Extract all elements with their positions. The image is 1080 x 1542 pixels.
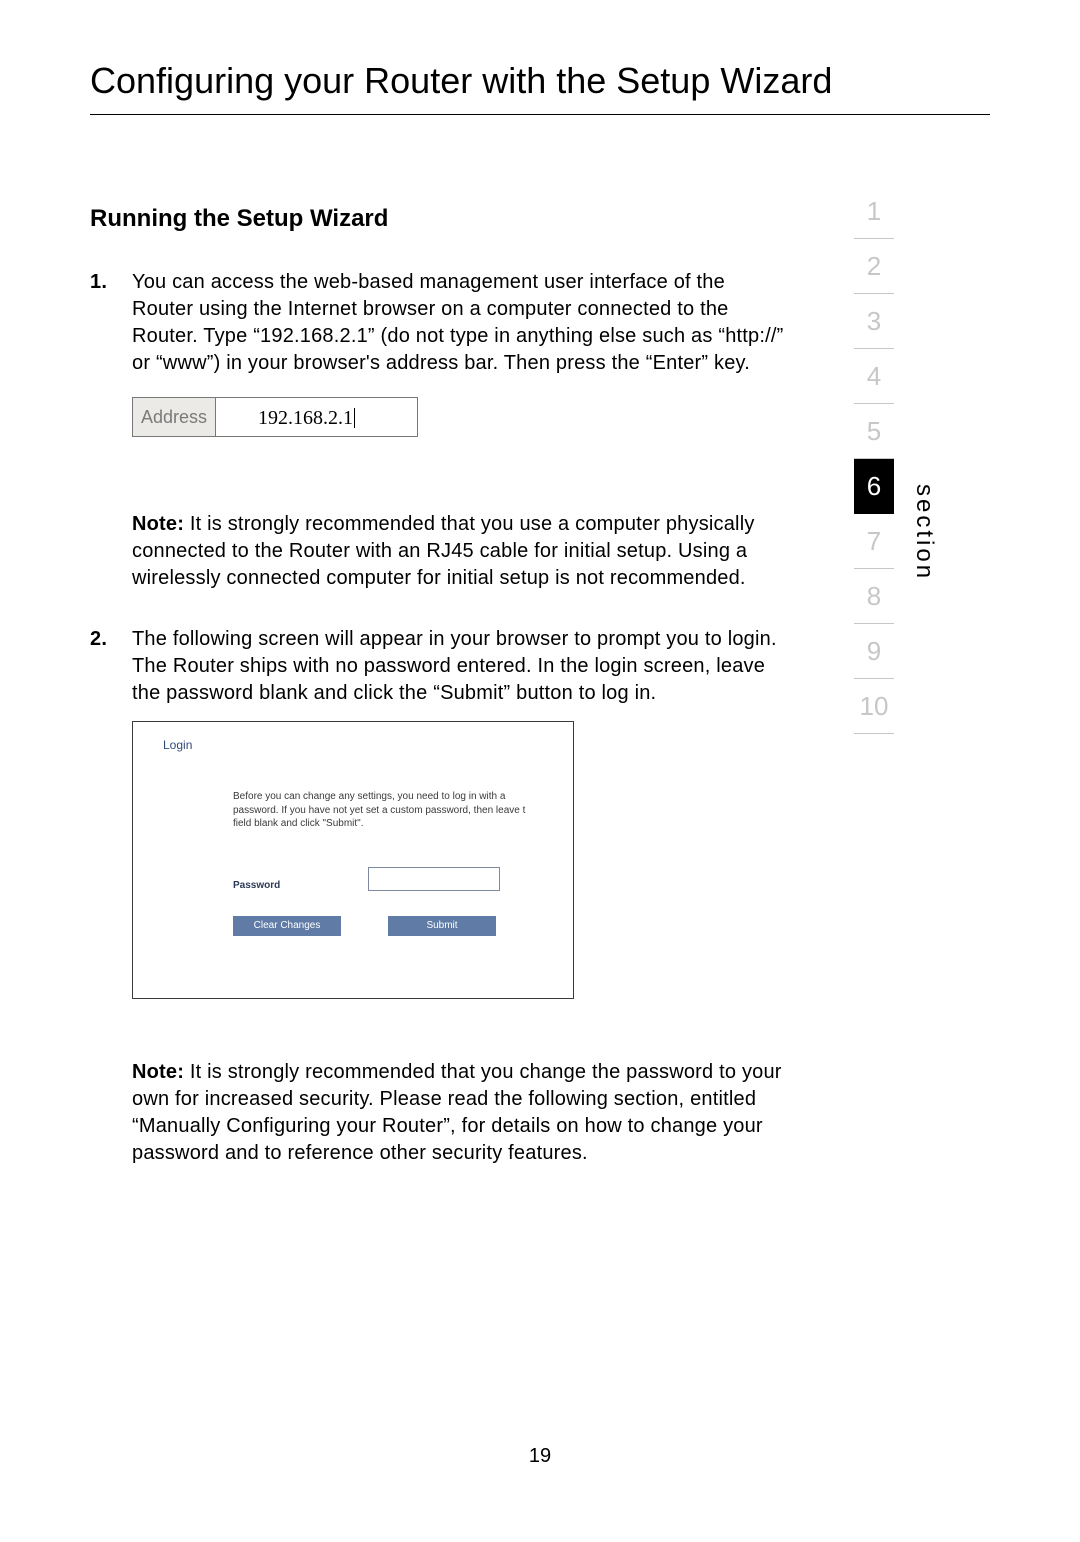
address-bar: Address 192.168.2.1 <box>132 397 418 437</box>
note-1: Note: It is strongly recommended that yo… <box>132 511 790 592</box>
section-nav-8[interactable]: 8 <box>854 569 894 624</box>
password-label: Password <box>233 880 280 891</box>
step-1: 1. You can access the web-based manageme… <box>90 269 790 377</box>
note-2-label: Note: <box>132 1061 184 1083</box>
password-input[interactable] <box>368 867 500 891</box>
note-2-text: It is strongly recommended that you chan… <box>132 1061 782 1164</box>
section-nav-3[interactable]: 3 <box>854 294 894 349</box>
section-nav-5[interactable]: 5 <box>854 404 894 459</box>
login-screenshot: Login Before you can change any settings… <box>132 721 574 999</box>
submit-button[interactable]: Submit <box>388 916 496 936</box>
login-heading: Login <box>163 738 192 752</box>
section-nav-1[interactable]: 1 <box>854 184 894 239</box>
section-nav-7[interactable]: 7 <box>854 514 894 569</box>
note-2: Note: It is strongly recommended that yo… <box>132 1059 790 1167</box>
subheading: Running the Setup Wizard <box>90 205 790 233</box>
section-label: section <box>910 484 938 581</box>
login-desc-line2: password. If you have not yet set a cust… <box>233 805 525 816</box>
title-rule <box>90 114 990 115</box>
login-desc-line1: Before you can change any settings, you … <box>233 791 505 802</box>
section-nav-2[interactable]: 2 <box>854 239 894 294</box>
note-1-text: It is strongly recommended that you use … <box>132 513 755 589</box>
section-nav-4[interactable]: 4 <box>854 349 894 404</box>
step-2-number: 2. <box>90 626 132 707</box>
note-1-label: Note: <box>132 513 184 535</box>
section-nav-9[interactable]: 9 <box>854 624 894 679</box>
address-bar-label: Address <box>133 398 216 436</box>
step-2-text: The following screen will appear in your… <box>132 626 790 707</box>
content-column: Running the Setup Wizard 1. You can acce… <box>90 205 790 1167</box>
clear-changes-button[interactable]: Clear Changes <box>233 916 341 936</box>
page-title: Configuring your Router with the Setup W… <box>90 60 990 102</box>
section-nav-6[interactable]: 6 <box>854 459 894 514</box>
step-1-text: You can access the web-based management … <box>132 269 790 377</box>
step-2: 2. The following screen will appear in y… <box>90 626 790 707</box>
address-bar-value[interactable]: 192.168.2.1 <box>216 398 363 436</box>
login-desc-line3: field blank and click "Submit". <box>233 818 364 829</box>
section-nav: 1 2 3 4 5 6 7 8 9 10 <box>854 184 894 734</box>
page-number: 19 <box>0 1445 1080 1468</box>
section-nav-10[interactable]: 10 <box>854 679 894 734</box>
login-description: Before you can change any settings, you … <box>233 790 575 831</box>
step-1-number: 1. <box>90 269 132 377</box>
